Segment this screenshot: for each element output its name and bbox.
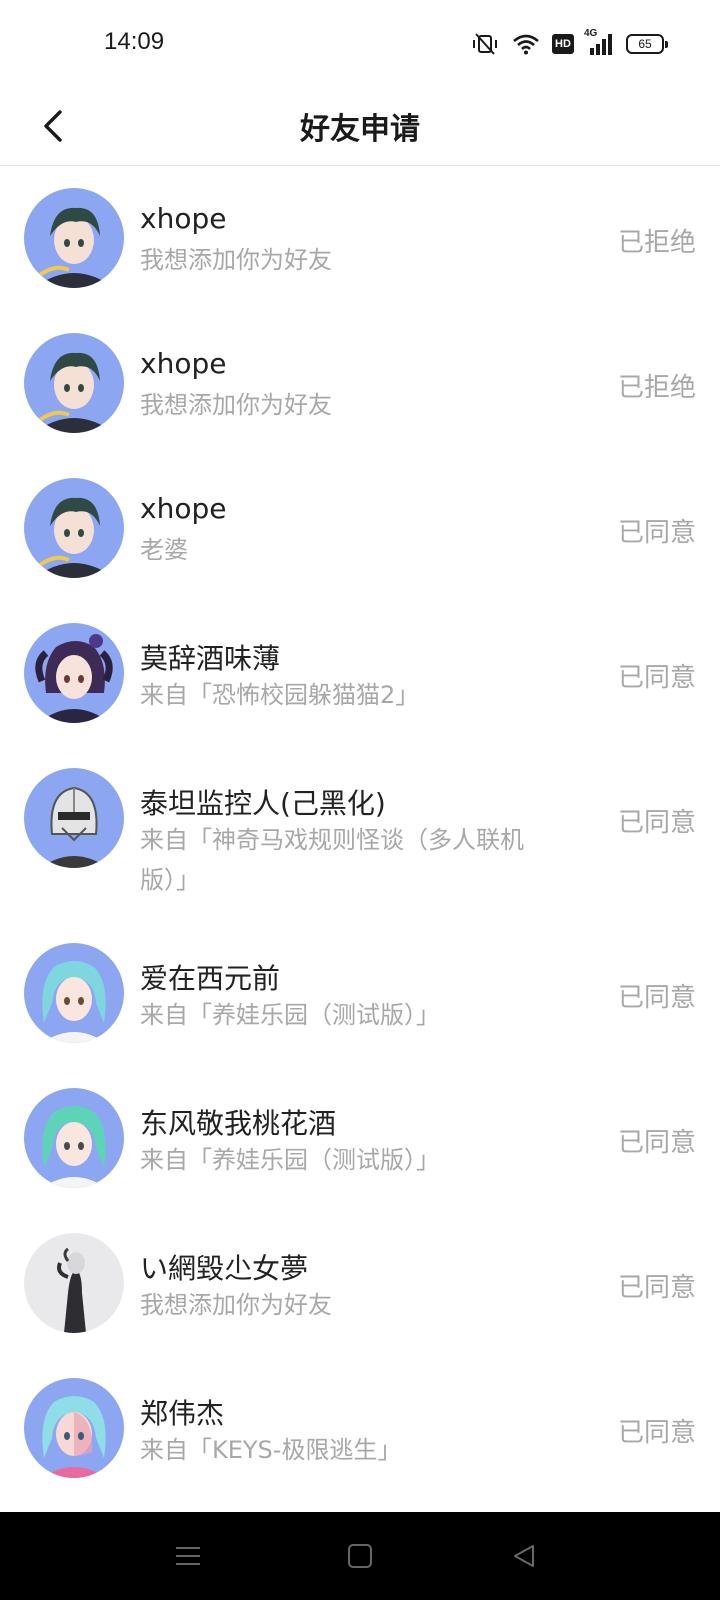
friend-request-row[interactable]: い網毀尐女夢 我想添加你为好友 已同意 [0, 1233, 720, 1353]
menu-icon[interactable] [172, 1540, 204, 1572]
request-name: xhope [140, 492, 227, 525]
avatar[interactable] [24, 768, 124, 868]
avatar[interactable] [24, 943, 124, 1043]
network-type-label: 4G [584, 28, 598, 39]
avatar[interactable] [24, 1233, 124, 1333]
avatar[interactable] [24, 1378, 124, 1478]
request-status: 已同意 [617, 1418, 696, 1448]
friend-request-row[interactable]: xhope 我想添加你为好友 已拒绝 [0, 188, 720, 308]
request-status: 已同意 [617, 518, 696, 548]
request-status: 已拒绝 [617, 228, 696, 258]
request-status: 已同意 [617, 808, 696, 838]
avatar[interactable] [24, 333, 124, 433]
request-name: い網毀尐女夢 [140, 1252, 309, 1285]
friend-request-row[interactable]: xhope 老婆 已同意 [0, 478, 720, 598]
header-bar: 好友申请 [0, 86, 720, 166]
request-message: 我想添加你为好友 [140, 1291, 332, 1319]
friend-request-row[interactable]: 莫辞酒味薄 来自「恐怖校园躲猫猫2」 已同意 [0, 623, 720, 743]
friend-request-row[interactable]: xhope 我想添加你为好友 已拒绝 [0, 333, 720, 453]
friend-request-row[interactable]: 郑伟杰 来自「KEYS-极限逃生」 已同意 [0, 1378, 720, 1498]
request-message: 来自「养娃乐园（测试版）」 [140, 1001, 440, 1029]
request-name: xhope [140, 202, 227, 235]
request-message: 老婆 [140, 536, 188, 564]
friend-request-row[interactable]: 泰坦监控人(己黑化) 来自「神奇马戏规则怪谈（多人联机版）」 已同意 [0, 768, 720, 918]
request-name: 泰坦监控人(己黑化) [140, 787, 386, 820]
request-message: 来自「恐怖校园躲猫猫2」 [140, 681, 420, 709]
request-name: xhope [140, 347, 227, 380]
request-name: 郑伟杰 [140, 1397, 225, 1430]
cellular-signal-icon: 4G [584, 28, 614, 56]
page-title: 好友申请 [300, 112, 420, 147]
back-triangle-icon[interactable] [508, 1540, 540, 1572]
battery-icon: 65 [626, 34, 668, 54]
request-name: 莫辞酒味薄 [140, 642, 281, 675]
request-message: 我想添加你为好友 [140, 391, 332, 419]
friend-request-row[interactable]: 东风敬我桃花酒 来自「养娃乐园（测试版）」 已同意 [0, 1088, 720, 1208]
home-icon[interactable] [344, 1540, 376, 1572]
status-bar: 14:09 HD 4G 65 [0, 0, 720, 86]
avatar[interactable] [24, 1088, 124, 1188]
avatar[interactable] [24, 623, 124, 723]
friend-request-list[interactable]: xhope 我想添加你为好友 已拒绝 xhope 我想添加你为好友 已拒绝 xh… [0, 166, 720, 1512]
request-status: 已拒绝 [617, 373, 696, 403]
request-status: 已同意 [617, 1128, 696, 1158]
system-navigation-bar [0, 1512, 720, 1600]
request-name: 爱在西元前 [140, 962, 281, 995]
request-message: 来自「KEYS-极限逃生」 [140, 1436, 402, 1464]
status-icons: HD 4G 65 [470, 28, 668, 58]
request-message: 来自「神奇马戏规则怪谈（多人联机版）」 [140, 826, 524, 894]
request-status: 已同意 [617, 983, 696, 1013]
hd-icon: HD [552, 34, 574, 54]
request-message: 来自「养娃乐园（测试版）」 [140, 1146, 440, 1174]
wifi-icon [512, 33, 540, 55]
avatar[interactable] [24, 188, 124, 288]
friend-request-row[interactable]: 爱在西元前 来自「养娃乐园（测试版）」 已同意 [0, 943, 720, 1063]
request-status: 已同意 [617, 1273, 696, 1303]
request-status: 已同意 [617, 663, 696, 693]
vibrate-mute-icon [470, 32, 500, 56]
request-name: 东风敬我桃花酒 [140, 1107, 337, 1140]
request-message: 我想添加你为好友 [140, 246, 332, 274]
status-time: 14:09 [104, 28, 165, 55]
avatar[interactable] [24, 478, 124, 578]
